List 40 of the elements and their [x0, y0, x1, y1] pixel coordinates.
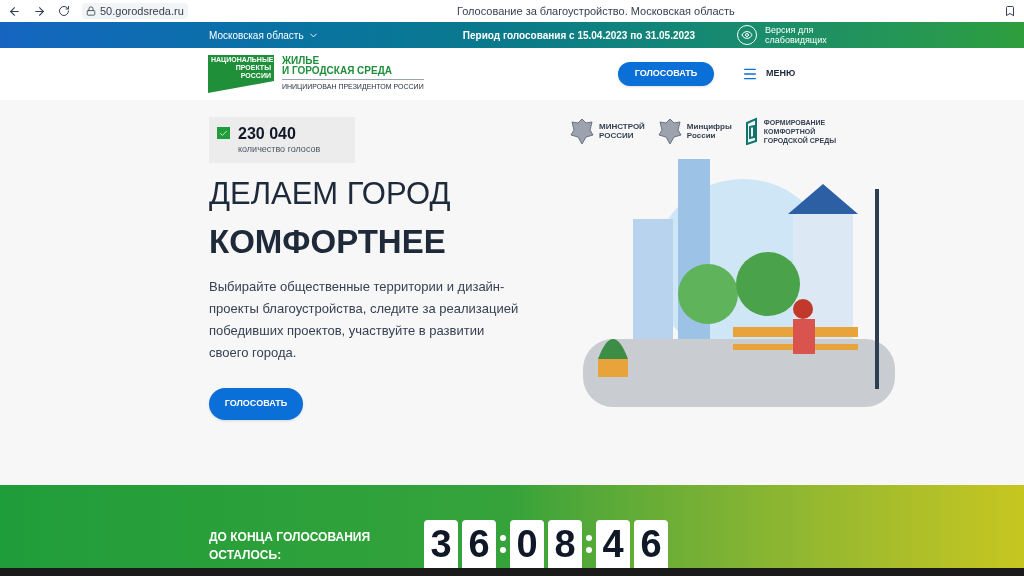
- logo-title: ЖИЛЬЕ: [282, 55, 321, 66]
- colon-separator-icon: [586, 535, 592, 553]
- page-title: Голосование за благоустройство. Московская область: [455, 3, 736, 19]
- lock-icon: [86, 6, 96, 16]
- url-text: 50.gorodsreda.ru: [100, 3, 184, 19]
- countdown-digit: 3: [424, 520, 458, 568]
- countdown-digit: 6: [462, 520, 496, 568]
- partner-logo-text: России: [686, 131, 717, 140]
- hero-title-bold: КОМФОРТНЕЕ: [209, 222, 447, 262]
- menu-button[interactable]: МЕНЮ: [742, 66, 796, 82]
- voting-period: Период голосования с 15.04.2023 по 31.05.2023: [461, 28, 697, 43]
- emblem-icon: [569, 117, 595, 145]
- colon-separator-icon: [500, 535, 506, 553]
- partner-logo-text: РОССИИ: [599, 131, 635, 140]
- back-icon[interactable]: [8, 4, 21, 18]
- menu-icon: [742, 66, 758, 82]
- vote-button[interactable]: ГОЛОСОВАТЬ: [618, 62, 714, 86]
- partner-logo-text: Минцифры: [686, 122, 732, 131]
- logo-mark-icon: [743, 117, 760, 145]
- hero-title: ДЕЛАЕМ ГОРОД: [209, 176, 452, 212]
- accessibility-link[interactable]: Версия для слабовидящих: [737, 25, 835, 45]
- votes-label: количество голосов: [238, 143, 321, 156]
- votes-count: 230 040: [238, 125, 297, 143]
- countdown-label: ДО КОНЦА ГОЛОСОВАНИЯ: [209, 529, 372, 546]
- hero-description: Выбирайте общественные территории и дизайн-проекты благоустройства, следите за реализацией победивших проектов, участвуйте в развитии своего города.: [209, 278, 519, 362]
- countdown-digit: 8: [548, 520, 582, 568]
- address-bar[interactable]: 50.gorodsreda.ru: [82, 3, 188, 19]
- reload-icon[interactable]: [58, 5, 70, 17]
- partner-logo-text: МИНСТРОЙ: [599, 122, 645, 131]
- logo-title: И ГОРОДСКАЯ СРЕДА: [282, 65, 393, 76]
- countdown-digit: 0: [510, 520, 544, 568]
- region-selector[interactable]: Московская область: [209, 27, 449, 43]
- countdown-label: ОСТАЛОСЬ:: [209, 547, 283, 564]
- vote-button[interactable]: ГОЛОСОВАТЬ: [209, 388, 303, 420]
- forward-icon[interactable]: [33, 4, 46, 18]
- check-icon: [217, 127, 230, 139]
- emblem-icon: [656, 117, 683, 145]
- bookmark-icon[interactable]: [1004, 5, 1016, 17]
- countdown-digit: 6: [634, 520, 668, 568]
- countdown-digit: 4: [596, 520, 630, 568]
